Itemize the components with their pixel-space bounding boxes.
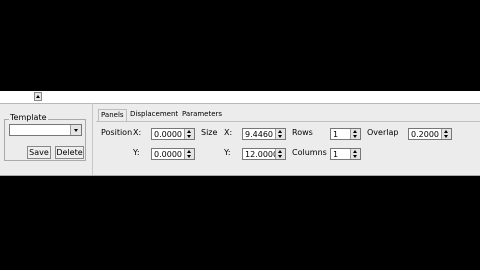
size-x-input[interactable]: 9.4460 [242,128,286,140]
size-label: Size [201,128,218,137]
spin-buttons[interactable] [350,149,360,159]
template-legend: Template [9,113,48,122]
position-label: Position [101,128,133,137]
delete-button[interactable]: Delete [55,146,84,159]
size-x-label: X: [224,128,233,137]
template-combo[interactable] [9,124,82,136]
bottom-border [0,175,480,176]
scroll-up-icon[interactable] [34,92,42,101]
tab-displacement[interactable]: Displacement [128,109,180,120]
vertical-divider [92,103,93,176]
size-x-value: 9.4460 [245,130,273,139]
spin-up-icon[interactable] [444,130,448,133]
rows-value: 1 [333,130,339,139]
rows-label: Rows [292,128,313,137]
spin-down-icon[interactable] [353,155,357,158]
spin-buttons[interactable] [275,129,285,139]
spin-down-icon[interactable] [278,155,282,158]
position-y-value: 0.0000 [154,150,182,159]
tab-parameters[interactable]: Parameters [180,109,224,120]
position-y-input[interactable]: 0.0000 [151,148,195,160]
spin-down-icon[interactable] [187,155,191,158]
spin-buttons[interactable] [350,129,360,139]
size-y-label: Y: [224,148,231,157]
save-button[interactable]: Save [27,146,51,159]
size-y-value: 12.0000 [245,150,279,159]
spin-up-icon[interactable] [278,150,282,153]
columns-input[interactable]: 1 [330,148,361,160]
spin-up-icon[interactable] [353,150,357,153]
position-x-value: 0.0000 [154,130,182,139]
spin-up-icon[interactable] [187,150,191,153]
spin-down-icon[interactable] [278,135,282,138]
columns-label: Columns [292,148,327,157]
columns-value: 1 [333,150,339,159]
overlap-input[interactable]: 0.2000 [408,128,452,140]
spin-down-icon[interactable] [444,135,448,138]
size-y-input[interactable]: 12.0000 [242,148,286,160]
spin-buttons[interactable] [184,149,194,159]
spin-up-icon[interactable] [278,130,282,133]
spin-down-icon[interactable] [353,135,357,138]
spin-buttons[interactable] [184,129,194,139]
tab-panels[interactable]: Panels [98,109,127,121]
spin-up-icon[interactable] [187,130,191,133]
position-x-input[interactable]: 0.0000 [151,128,195,140]
spin-down-icon[interactable] [187,135,191,138]
panels-editor-panel: Template Save Delete Panels Displacement… [0,91,480,176]
dropdown-arrow-icon[interactable] [70,125,81,135]
spin-up-icon[interactable] [353,130,357,133]
overlap-value: 0.2000 [411,130,439,139]
overlap-label: Overlap [367,128,399,137]
rows-input[interactable]: 1 [330,128,361,140]
spin-buttons[interactable] [275,149,285,159]
spin-buttons[interactable] [441,129,451,139]
position-x-label: X: [133,128,142,137]
top-strip [0,91,480,104]
tab-underline [96,121,480,122]
position-y-label: Y: [133,148,140,157]
